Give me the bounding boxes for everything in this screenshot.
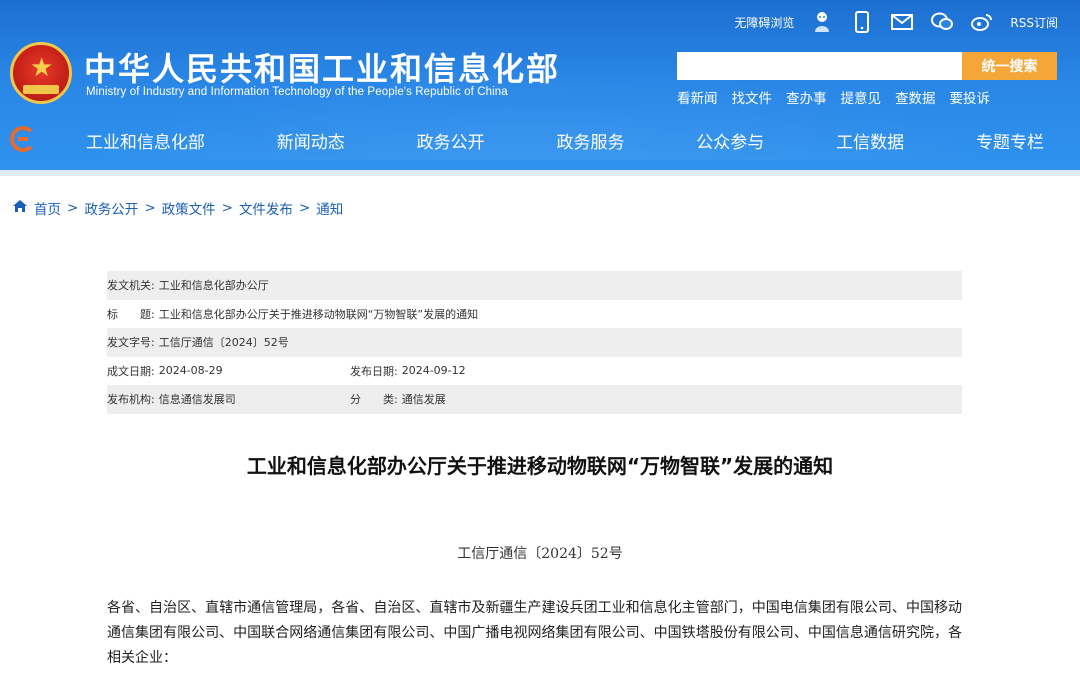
quick-link-news[interactable]: 看新闻 — [677, 87, 718, 107]
site-header: ★ 中华人民共和国工业和信息化部 Ministry of Industry an… — [0, 0, 1080, 176]
info-row-org: 发布机构: 信息通信发展司 分 类: 通信发展 — [107, 385, 962, 414]
breadcrumb-government-affairs[interactable]: 政务公开 — [84, 198, 138, 218]
org-label: 发布机构: — [107, 393, 155, 407]
quick-links: 看新闻 找文件 查办事 提意见 查数据 要投诉 — [677, 87, 990, 107]
category-label: 分 类: — [350, 393, 398, 407]
search-bar: 统一搜索 — [677, 52, 1057, 80]
nav-item-special-topics[interactable]: 专题专栏 — [976, 128, 1044, 153]
wechat-icon[interactable] — [930, 10, 954, 34]
breadcrumb-notice[interactable]: 通知 — [316, 198, 343, 218]
breadcrumb-separator: > — [144, 200, 156, 216]
search-button[interactable]: 统一搜索 — [962, 52, 1057, 80]
created-date-value: 2024-08-29 — [158, 364, 223, 378]
created-date-label: 成文日期: — [107, 364, 155, 378]
breadcrumb-home[interactable]: 首页 — [34, 198, 61, 218]
category-value: 通信发展 — [401, 393, 446, 407]
nav-item-public-participation[interactable]: 公众参与 — [696, 128, 764, 153]
issuer-value: 工业和信息化部办公厅 — [158, 279, 269, 293]
quick-link-files[interactable]: 找文件 — [732, 87, 773, 107]
national-emblem-icon: ★ — [10, 42, 72, 104]
document-number: 工信厅通信〔2024〕52号 — [457, 546, 623, 562]
site-title: 中华人民共和国工业和信息化部 — [84, 50, 561, 88]
quick-link-data[interactable]: 查数据 — [895, 87, 936, 107]
info-row-dates: 成文日期: 2024-08-29 发布日期: 2024-09-12 — [107, 357, 962, 386]
title-label: 标 题: — [107, 307, 155, 321]
title-value: 工业和信息化部办公厅关于推进移动物联网“万物智联”发展的通知 — [158, 307, 479, 321]
nav-item-data[interactable]: 工信数据 — [836, 128, 904, 153]
accessibility-avatar-icon[interactable] — [810, 10, 834, 34]
info-row-title: 标 题: 工业和信息化部办公厅关于推进移动物联网“万物智联”发展的通知 — [107, 300, 962, 329]
search-input[interactable] — [677, 52, 962, 80]
mobile-icon[interactable] — [850, 10, 874, 34]
breadcrumb-separator: > — [67, 200, 79, 216]
rss-link[interactable]: RSS订阅 — [1010, 14, 1058, 31]
issuer-label: 发文机关: — [107, 279, 155, 293]
document-body: 各省、自治区、直辖市通信管理局，各省、自治区、直辖市及新疆生产建设兵团工业和信息… — [107, 600, 962, 666]
site-subtitle: Ministry of Industry and Information Tec… — [86, 86, 508, 98]
breadcrumb-file-release[interactable]: 文件发布 — [239, 198, 293, 218]
nav-item-government-affairs[interactable]: 政务公开 — [417, 128, 485, 153]
mail-icon[interactable] — [890, 10, 914, 34]
miit-logo-icon[interactable] — [10, 126, 36, 152]
home-icon[interactable] — [12, 199, 28, 217]
docno-value: 工信厅通信〔2024〕52号 — [158, 336, 289, 350]
published-date-value: 2024-09-12 — [401, 364, 466, 378]
header-divider — [0, 170, 1080, 176]
nav-item-news[interactable]: 新闻动态 — [277, 128, 345, 153]
nav-item-ministry[interactable]: 工业和信息化部 — [86, 128, 205, 153]
weibo-icon[interactable] — [970, 10, 994, 34]
nav-item-government-services[interactable]: 政务服务 — [556, 128, 624, 153]
breadcrumb-separator: > — [298, 200, 311, 216]
org-value: 信息通信发展司 — [158, 393, 236, 407]
quick-link-services[interactable]: 查办事 — [786, 87, 827, 107]
info-row-docno: 发文字号: 工信厅通信〔2024〕52号 — [107, 328, 962, 357]
breadcrumb: 首页 > 政务公开 > 政策文件 > 文件发布 > 通知 — [12, 198, 343, 218]
breadcrumb-separator: > — [221, 200, 233, 216]
document-title: 工业和信息化部办公厅关于推进移动物联网“万物智联”发展的通知 — [246, 454, 834, 478]
quick-link-suggestions[interactable]: 提意见 — [841, 87, 882, 107]
info-row-issuer: 发文机关: 工业和信息化部办公厅 — [107, 271, 962, 300]
document-info-table: 发文机关: 工业和信息化部办公厅 标 题: 工业和信息化部办公厅关于推进移动物联… — [107, 271, 962, 414]
docno-label: 发文字号: — [107, 336, 155, 350]
accessibility-link[interactable]: 无障碍浏览 — [734, 14, 794, 31]
published-date-label: 发布日期: — [350, 364, 398, 378]
main-nav: 工业和信息化部 新闻动态 政务公开 政务服务 公众参与 工信数据 专题专栏 — [0, 118, 1080, 162]
quick-link-complaints[interactable]: 要投诉 — [950, 87, 991, 107]
top-links: 无障碍浏览 RSS订阅 — [734, 10, 1058, 34]
breadcrumb-policy-files[interactable]: 政策文件 — [162, 198, 216, 218]
